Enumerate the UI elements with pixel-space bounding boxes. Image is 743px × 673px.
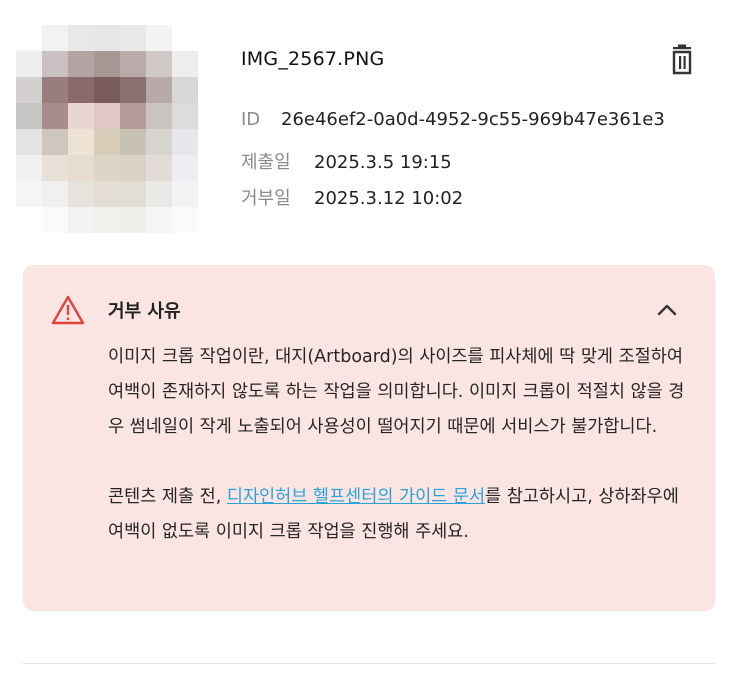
thumbnail-pixel	[120, 207, 146, 233]
thumbnail-pixel	[172, 25, 198, 51]
thumbnail-pixel	[68, 155, 94, 181]
thumbnail-pixel	[16, 207, 42, 233]
thumbnail-pixel	[16, 51, 42, 77]
thumbnail-pixel	[68, 103, 94, 129]
thumbnail-pixel	[172, 207, 198, 233]
reason-paragraph: 이미지 크롭 작업이란, 대지(Artboard)의 사이즈를 피사체에 딱 맞…	[108, 347, 685, 437]
thumbnail-pixel	[198, 25, 224, 51]
thumbnail-pixel	[42, 77, 68, 103]
guide-prefix: 콘텐츠 제출 전,	[108, 487, 227, 507]
reason-body: 이미지 크롭 작업이란, 대지(Artboard)의 사이즈를 피사체에 딱 맞…	[108, 340, 698, 550]
thumbnail-pixel	[198, 103, 224, 129]
file-id-row: ID 26e46ef2-0a0d-4952-9c55-969b47e361e3	[241, 109, 665, 130]
thumbnail-pixel	[120, 103, 146, 129]
thumbnail-pixel	[94, 155, 120, 181]
thumbnail-pixel	[42, 25, 68, 51]
thumbnail-pixel	[68, 207, 94, 233]
thumbnail-pixel	[94, 77, 120, 103]
thumbnail-pixel	[68, 51, 94, 77]
thumbnail-pixel	[42, 129, 68, 155]
thumbnail-pixel	[172, 129, 198, 155]
thumbnail-pixel	[94, 51, 120, 77]
thumbnail-pixel	[146, 51, 172, 77]
file-name: IMG_2567.PNG	[241, 48, 385, 70]
thumbnail-pixel	[198, 155, 224, 181]
thumbnail-pixel	[42, 155, 68, 181]
thumbnail-pixel	[68, 129, 94, 155]
thumbnail-pixel	[198, 181, 224, 207]
thumbnail-pixel	[94, 25, 120, 51]
thumbnail-pixel	[120, 77, 146, 103]
file-id-value: 26e46ef2-0a0d-4952-9c55-969b47e361e3	[281, 109, 665, 130]
thumbnail-pixel	[172, 51, 198, 77]
thumbnail-pixel	[42, 51, 68, 77]
thumbnail-pixel	[16, 129, 42, 155]
thumbnail-pixel	[146, 25, 172, 51]
thumbnail-pixel	[94, 129, 120, 155]
thumbnail-pixel	[94, 103, 120, 129]
submitted-date-label: 제출일	[241, 152, 291, 173]
thumbnail-pixel	[146, 181, 172, 207]
thumbnail-pixel	[198, 77, 224, 103]
rejection-reason-panel: 거부 사유 이미지 크롭 작업이란, 대지(Artboard)의 사이즈를 피사…	[23, 265, 715, 611]
thumbnail-pixel	[68, 181, 94, 207]
reason-title: 거부 사유	[108, 301, 181, 322]
thumbnail-pixel	[146, 207, 172, 233]
thumbnail-pixel	[42, 207, 68, 233]
thumbnail-pixel	[16, 103, 42, 129]
reason-guide-paragraph: 콘텐츠 제출 전, 디자인허브 헬프센터의 가이드 문서를 참고하시고, 상하좌…	[108, 480, 698, 550]
thumbnail-pixel	[120, 51, 146, 77]
trash-icon[interactable]	[664, 42, 700, 78]
file-id-label: ID	[241, 109, 261, 130]
chevron-up-icon[interactable]	[656, 303, 678, 317]
thumbnail-pixel	[94, 181, 120, 207]
thumbnail-pixel	[172, 155, 198, 181]
thumbnail-pixel	[146, 103, 172, 129]
thumbnail-pixel	[16, 25, 42, 51]
rejected-date-label: 거부일	[241, 188, 291, 209]
thumbnail-pixel	[42, 181, 68, 207]
thumbnail-pixel	[120, 129, 146, 155]
rejected-date-row: 거부일 2025.3.12 10:02	[241, 184, 463, 210]
thumbnail-pixel	[146, 129, 172, 155]
thumbnail-pixel	[146, 77, 172, 103]
thumbnail-pixel	[94, 207, 120, 233]
thumbnail-pixel	[198, 129, 224, 155]
thumbnail-pixel	[16, 155, 42, 181]
image-thumbnail	[16, 25, 224, 233]
thumbnail-pixel	[172, 77, 198, 103]
thumbnail-pixel	[198, 207, 224, 233]
thumbnail-pixel	[16, 77, 42, 103]
thumbnail-pixel	[120, 181, 146, 207]
thumbnail-pixel	[120, 25, 146, 51]
guide-doc-link[interactable]: 디자인허브 헬프센터의 가이드 문서	[227, 487, 485, 507]
submitted-date-value: 2025.3.5 19:15	[314, 152, 452, 173]
submitted-date-row: 제출일 2025.3.5 19:15	[241, 148, 452, 174]
thumbnail-pixel	[198, 51, 224, 77]
thumbnail-pixel	[68, 77, 94, 103]
thumbnail-pixel	[16, 181, 42, 207]
rejected-date-value: 2025.3.12 10:02	[314, 188, 464, 209]
thumbnail-pixel	[120, 155, 146, 181]
thumbnail-pixel	[146, 155, 172, 181]
thumbnail-pixel	[172, 103, 198, 129]
thumbnail-pixel	[42, 103, 68, 129]
thumbnail-pixel	[68, 25, 94, 51]
thumbnail-pixel	[172, 181, 198, 207]
divider	[23, 663, 715, 664]
warning-triangle-icon	[51, 295, 85, 325]
